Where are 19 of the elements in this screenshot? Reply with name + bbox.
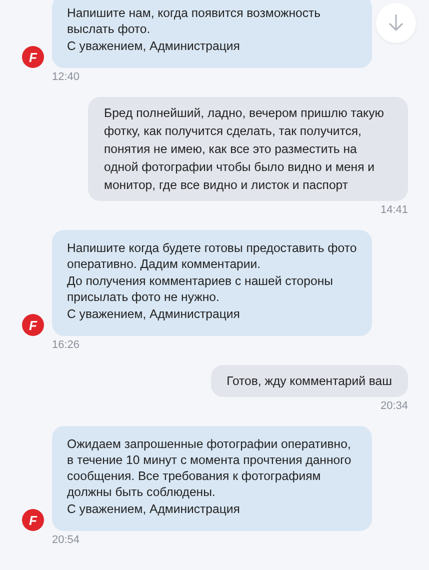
message-text: Напишите нам, когда появится возможность выслать фото. <box>67 5 322 37</box>
sender-avatar: F <box>22 509 44 531</box>
message-text: С уважением, Администрация <box>67 38 241 54</box>
message-time: 20:54 <box>52 534 81 547</box>
message-time: 12:40 <box>52 71 81 84</box>
message-text: Готов, жду комментарий ваш <box>226 373 392 390</box>
scroll-down-button[interactable] <box>376 3 416 43</box>
arrow-down-icon <box>389 14 403 32</box>
message-time: 20:34 <box>380 400 408 413</box>
message-text: До получения комментариев с нашей стороны присылать фото не нужно. <box>67 273 334 305</box>
message-text: С уважением, Администрация <box>67 306 241 322</box>
message-text: Ожидаем запрошенные фотографии оперативно, в течение 10 минут с момента прочтения данного сообщения. Все требования к фотографиям должны быть соблюдены. <box>67 436 352 500</box>
message-time: 14:41 <box>380 204 408 217</box>
message-text: Напишите когда будете готовы предоставить фото оперативно. Дадим комментарии. <box>67 240 358 272</box>
sender-avatar: F <box>22 314 44 336</box>
sender-avatar: F <box>22 46 44 68</box>
message-text: Бред полнейший, ладно, вечером пришлю такую фотку, как получится сделать, так получится, понятия не имею, как все это разместить на одной фотографии чтобы было видно и меня и монитор, где все видно и листок и паспорт <box>104 105 385 194</box>
message-text: С уважением, Администрация <box>67 501 241 517</box>
message-time: 16:26 <box>52 339 81 352</box>
